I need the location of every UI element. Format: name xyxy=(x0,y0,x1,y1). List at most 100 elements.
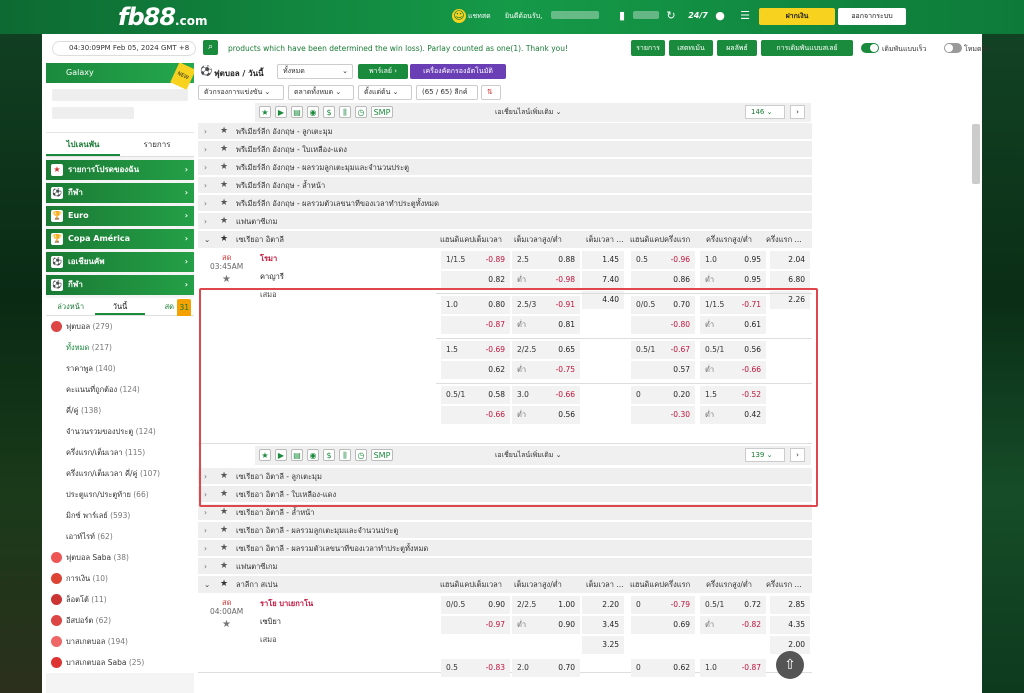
galaxy-banner[interactable]: Galaxy NEW xyxy=(46,63,194,90)
odds-cell[interactable]: 1.0 -0.87 xyxy=(700,659,766,677)
sidebar-section-3[interactable]: 🏆 Copa América › xyxy=(46,229,194,249)
star-icon[interactable]: ★ xyxy=(220,576,228,593)
smp-button[interactable]: SMP xyxy=(371,106,393,118)
sidebar-sport-item[interactable]: ประตูแรก/ประตูท้าย (66) xyxy=(46,484,194,505)
scrollbar[interactable] xyxy=(972,124,980,184)
league-row[interactable]: › ★ เซเรียอา อิตาลี - ผลรวมลูกเตะมุมและจำน… xyxy=(198,522,812,539)
star-icon[interactable]: ★ xyxy=(220,123,228,140)
wallet-icon[interactable]: ▮ xyxy=(615,9,629,23)
star-icon[interactable]: ★ xyxy=(222,619,231,630)
parlay-button[interactable]: พาร์เลย์ › xyxy=(358,64,408,79)
market-filter[interactable]: ตลาดทั้งหมด ⌄ xyxy=(288,85,354,100)
odds-cell[interactable]: ต่ำ -0.82 xyxy=(700,616,766,634)
away-team[interactable]: เซบิยา xyxy=(260,616,281,628)
sidebar-section-2[interactable]: 🏆 Euro › xyxy=(46,206,194,226)
dollar-icon[interactable]: $ xyxy=(323,106,335,118)
league-header[interactable]: ⌄ ★ เซเรียอา อิตาลี แฮนดิแคปเต็มเวลา เต็มเวล… xyxy=(198,231,812,248)
chevron-down-icon[interactable]: ⌄ xyxy=(204,576,210,593)
dark-mode-toggle[interactable] xyxy=(944,43,962,53)
league-row[interactable]: › ★ แฟนตาซีเกม xyxy=(198,213,812,230)
sidebar-sport-item[interactable]: จำนวนรวมของประตู (124) xyxy=(46,421,194,442)
league-row[interactable]: › ★ พรีเมียร์ลีก อังกฤษ - ล้ำหน้า xyxy=(198,177,812,194)
odds-cell[interactable]: 2.85 xyxy=(770,596,810,614)
odds-cell[interactable]: 0.5 -0.83 xyxy=(441,659,510,677)
tab-items[interactable]: รายการ xyxy=(120,133,194,156)
chevron-right-icon[interactable]: › xyxy=(204,159,207,176)
play-icon[interactable]: ▶ xyxy=(275,106,287,118)
chevron-right-icon[interactable]: › xyxy=(204,558,207,575)
star-icon[interactable]: ★ xyxy=(220,141,228,158)
odds-cell[interactable]: 2.5 0.88 xyxy=(512,251,580,269)
away-team[interactable]: คาญารี xyxy=(260,271,284,283)
home-team[interactable]: ราโย บาเยกาโน xyxy=(260,598,313,610)
odds-cell[interactable]: 6.80 xyxy=(770,271,810,289)
sidebar-section-5[interactable]: ⚽ กีฬา › xyxy=(46,275,194,295)
results-button[interactable]: ผลลัพธ์ xyxy=(717,40,757,56)
odds-cell[interactable]: 0.5/1 0.72 xyxy=(700,596,766,614)
menu-list-icon[interactable]: ☰ xyxy=(738,9,752,23)
stats-icon[interactable]: ⫼ xyxy=(339,106,351,118)
refresh-icon[interactable]: ↻ xyxy=(664,9,678,23)
star-icon[interactable]: ★ xyxy=(222,274,231,285)
auto-filter-button[interactable]: เครื่องคัดกรองอัตโนมัติ xyxy=(410,64,506,79)
chevron-right-icon[interactable]: › xyxy=(204,141,207,158)
sidebar-section-1[interactable]: ⚽ กีฬา › xyxy=(46,183,194,203)
odds-cell[interactable]: 0.69 xyxy=(631,616,695,634)
star-icon[interactable]: ★ xyxy=(220,540,228,557)
sidebar-sport-item[interactable]: ฟุตบอล Saba (38) xyxy=(46,547,194,568)
league-row[interactable]: › ★ พรีเมียร์ลีก อังกฤษ - ผลรวมลูกเตะมุมแล… xyxy=(198,159,812,176)
statement-button[interactable]: เสตทเม้น xyxy=(669,40,713,56)
odds-cell[interactable]: 1/1.5 -0.89 xyxy=(441,251,510,269)
sidebar-sport-item[interactable]: บาสเกตบอล Saba (25) xyxy=(46,652,194,673)
next-arrow[interactable]: › xyxy=(790,105,805,119)
star-icon[interactable]: ★ xyxy=(220,522,228,539)
star-icon[interactable]: ★ xyxy=(220,558,228,575)
odds-cell[interactable]: 1.45 xyxy=(582,251,624,269)
user-icon[interactable]: ● xyxy=(713,9,727,23)
odds-cell[interactable]: ต่ำ 0.90 xyxy=(512,616,580,634)
sidebar-sport-item[interactable]: เอาท์ไรท์ (62) xyxy=(46,526,194,547)
chevron-right-icon[interactable]: › xyxy=(204,540,207,557)
league-row[interactable]: › ★ พรีเมียร์ลีก อังกฤษ - ใบเหลือง-แดง xyxy=(198,141,812,158)
competition-filter[interactable]: ตัวกรองการแข่งขัน ⌄ xyxy=(198,85,284,100)
chevron-right-icon[interactable]: › xyxy=(204,123,207,140)
sidebar-section-0[interactable]: ★ รายการโปรดของฉัน › xyxy=(46,160,194,180)
odds-cell[interactable]: 0 0.62 xyxy=(631,659,695,677)
subtab-today[interactable]: วันนี้ xyxy=(95,298,145,315)
247-icon[interactable]: 24/7 xyxy=(688,9,708,23)
sidebar-sport-item[interactable]: อีสปอร์ต (62) xyxy=(46,610,194,631)
sidebar-sport-item[interactable]: ล็อตโต้ (11) xyxy=(46,589,194,610)
sport-select[interactable]: ทั้งหมด ⌄ xyxy=(277,64,353,79)
league-row[interactable]: › ★ เซเรียอา อิตาลี - ผลรวมตัวเลขนาทีของเว… xyxy=(198,540,812,557)
market-count[interactable]: 146 ⌄ xyxy=(745,105,785,119)
sidebar-sport-item[interactable]: มิกซ์ พาร์เลย์ (593) xyxy=(46,505,194,526)
star-icon[interactable]: ★ xyxy=(220,159,228,176)
logout-button[interactable]: ออกจากระบบ xyxy=(838,8,906,25)
sidebar-sport-item[interactable]: บาสเกตบอล (194) xyxy=(46,631,194,652)
favorite-icon[interactable]: ★ xyxy=(259,106,271,118)
league-row[interactable]: › ★ พรีเมียร์ลีก อังกฤษ - ผลรวมตัวเลขนาทีข… xyxy=(198,195,812,212)
items-button[interactable]: รายการ xyxy=(631,40,665,56)
tab-running[interactable]: ไปเลนพัน xyxy=(46,133,120,156)
sidebar-sport-item[interactable]: ทั้งหมด (217) xyxy=(46,337,194,358)
odds-cell[interactable]: 7.40 xyxy=(582,271,624,289)
league-row[interactable]: › ★ แฟนตาซีเกม xyxy=(198,558,812,575)
table-icon[interactable]: ▤ xyxy=(291,106,303,118)
chevron-right-icon[interactable]: › xyxy=(204,522,207,539)
odds-cell[interactable]: -0.97 xyxy=(441,616,510,634)
odds-cell[interactable]: 2.04 xyxy=(770,251,810,269)
odds-cell[interactable]: ต่ำ -0.98 xyxy=(512,271,580,289)
odds-cell[interactable]: 0.82 xyxy=(441,271,510,289)
odds-cell[interactable]: ต่ำ 0.95 xyxy=(700,271,766,289)
odds-cell[interactable]: 3.25 xyxy=(582,636,624,654)
sort-icon[interactable]: ⇅ xyxy=(481,85,501,100)
odds-cell[interactable]: 3.45 xyxy=(582,616,624,634)
chevron-right-icon[interactable]: › xyxy=(204,195,207,212)
chat-icon[interactable]: ☺ xyxy=(452,9,466,23)
sidebar-sport-item[interactable]: ครึ่งแรก/เต็มเวลา คี่/คู่ (107) xyxy=(46,463,194,484)
more-lines-link[interactable]: เอเชี่ยนไลน์เพิ่มเติม ⌄ xyxy=(495,107,562,118)
odds-cell[interactable]: 2/2.5 1.00 xyxy=(512,596,580,614)
clock-icon[interactable]: ◷ xyxy=(355,106,367,118)
star-icon[interactable]: ★ xyxy=(220,195,228,212)
chevron-right-icon[interactable]: › xyxy=(204,213,207,230)
